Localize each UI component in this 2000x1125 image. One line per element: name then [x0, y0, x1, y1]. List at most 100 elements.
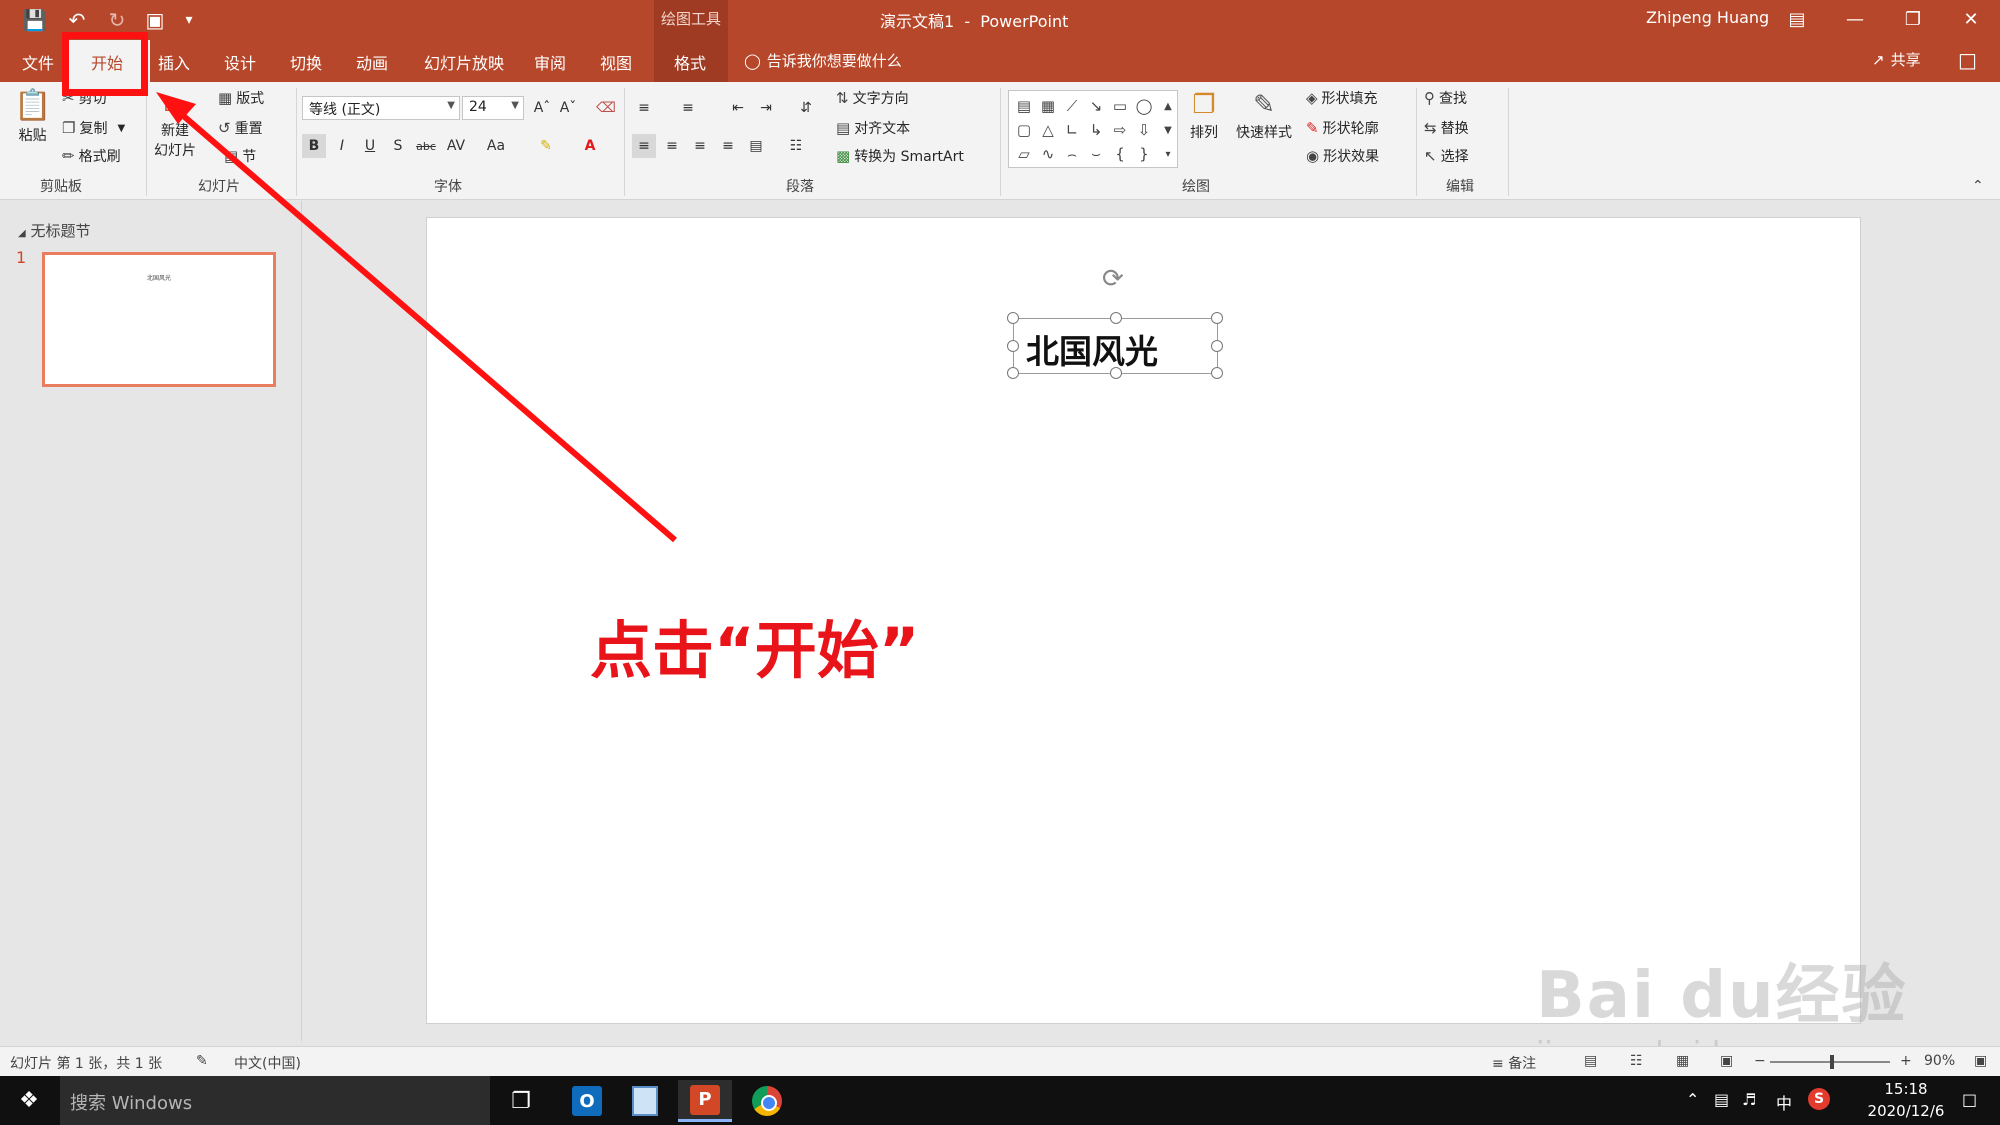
ribbon-display-options-icon[interactable]: ▤	[1774, 4, 1820, 34]
underline-icon[interactable]: U	[358, 134, 382, 158]
triangle-shape-icon[interactable]: △	[1037, 119, 1059, 141]
bold-icon[interactable]: B	[302, 134, 326, 158]
align-left-icon[interactable]: ≡	[632, 134, 656, 158]
resize-handle[interactable]	[1007, 367, 1019, 379]
text-direction-button[interactable]: ⇅ 文字方向	[836, 88, 909, 108]
textbox-shape-icon[interactable]: ▤	[1013, 95, 1035, 117]
align-center-icon[interactable]: ≡	[660, 134, 684, 158]
increase-indent-icon[interactable]: ⇥	[754, 96, 778, 120]
scribble-shape-icon[interactable]: ∿	[1037, 143, 1059, 165]
task-view-icon[interactable]: ❐	[494, 1080, 548, 1122]
line-shape-icon[interactable]: ⟋	[1061, 95, 1083, 117]
quick-styles-button[interactable]: ✎ 快速样式	[1236, 90, 1292, 142]
convert-smartart-button[interactable]: ▩ 转换为 SmartArt	[836, 146, 964, 166]
zoom-in-icon[interactable]: +	[1900, 1053, 1912, 1069]
volume-icon[interactable]: ♬	[1742, 1090, 1756, 1109]
numbering-icon[interactable]: ≡	[676, 96, 700, 120]
resize-handle[interactable]	[1007, 312, 1019, 324]
resize-handle[interactable]	[1007, 340, 1019, 352]
arrow-line-shape-icon[interactable]: ↘	[1085, 95, 1107, 117]
oval-shape-icon[interactable]: ◯	[1133, 95, 1155, 117]
format-painter-button[interactable]: ✏ 格式刷	[62, 146, 121, 166]
tell-me-search[interactable]: ◯ 告诉我你想要做什么	[744, 50, 902, 71]
shadow-icon[interactable]: S	[386, 134, 410, 158]
windows-start-icon[interactable]: ❖	[0, 1076, 58, 1125]
shape-effects-button[interactable]: ◉ 形状效果	[1306, 146, 1379, 166]
vertical-textbox-shape-icon[interactable]: ▦	[1037, 95, 1059, 117]
outlook-app[interactable]: O	[560, 1080, 614, 1122]
taskbar-search[interactable]: 搜索 Windows	[60, 1076, 490, 1125]
notepad-app[interactable]	[618, 1080, 672, 1122]
layout-button[interactable]: ▦ 版式	[218, 88, 264, 108]
sogou-ime-icon[interactable]: S	[1808, 1088, 1830, 1110]
fit-to-window-icon[interactable]: ▣	[1974, 1053, 1987, 1069]
shrink-font-icon[interactable]: Aˇ	[556, 96, 580, 120]
zoom-slider-thumb[interactable]	[1830, 1055, 1834, 1069]
strikethrough-icon[interactable]: abc	[414, 134, 438, 158]
clear-formatting-icon[interactable]: ⌫	[594, 96, 618, 120]
shape-fill-button[interactable]: ◈ 形状填充	[1306, 88, 1378, 108]
save-icon[interactable]: 💾	[18, 6, 52, 34]
tab-review[interactable]: 审阅	[534, 50, 566, 74]
resize-handle[interactable]	[1110, 367, 1122, 379]
tab-transitions[interactable]: 切换	[290, 50, 322, 74]
arrange-button[interactable]: ❐ 排列	[1190, 90, 1218, 142]
section-header[interactable]: ◢ 无标题节	[18, 220, 91, 241]
slideshow-view-icon[interactable]: ▣	[1720, 1053, 1733, 1069]
replace-button[interactable]: ⇆ 替换	[1424, 118, 1469, 138]
gallery-more-icon[interactable]: ▾	[1157, 143, 1179, 165]
copy-button[interactable]: ❐ 复制 ▼	[62, 118, 125, 138]
resize-handle[interactable]	[1211, 312, 1223, 324]
arc-shape-icon[interactable]: ⌣	[1085, 143, 1107, 165]
tray-expand-icon[interactable]: ⌃	[1686, 1090, 1699, 1109]
resize-handle[interactable]	[1211, 367, 1223, 379]
elbow-shape-icon[interactable]: ∟	[1061, 119, 1083, 141]
grow-font-icon[interactable]: Aˆ	[530, 96, 554, 120]
powerpoint-app[interactable]: P	[678, 1080, 732, 1122]
select-button[interactable]: ↖ 选择	[1424, 146, 1469, 166]
line-spacing-icon[interactable]: ⇵	[794, 96, 818, 120]
rotate-handle-icon[interactable]: ⟳	[1102, 264, 1124, 294]
section-button[interactable]: ▤ 节	[224, 146, 256, 166]
close-icon[interactable]: ✕	[1948, 4, 1994, 34]
new-slide-button[interactable]: ▭ 新建 幻灯片	[154, 90, 196, 160]
gallery-up-icon[interactable]: ▲	[1157, 95, 1179, 117]
font-color-icon[interactable]: A	[578, 134, 602, 158]
columns-icon[interactable]: ☷	[784, 134, 808, 158]
down-arrow-shape-icon[interactable]: ⇩	[1133, 119, 1155, 141]
reset-button[interactable]: ↺ 重置	[218, 118, 263, 138]
notification-icon[interactable]: □	[1962, 1090, 1977, 1109]
title-textbox[interactable]: 北国风光	[1007, 312, 1223, 379]
reading-view-icon[interactable]: ▦	[1676, 1053, 1689, 1069]
justify-icon[interactable]: ≡	[716, 134, 740, 158]
ime-indicator[interactable]: 中	[1776, 1090, 1792, 1114]
font-name-combo[interactable]: 等线 (正文) ▼	[302, 96, 460, 120]
chrome-app[interactable]	[740, 1080, 794, 1122]
share-button[interactable]: ↗ 共享	[1872, 49, 1921, 70]
customize-qat-icon[interactable]: ▾	[172, 6, 206, 34]
tab-insert[interactable]: 插入	[158, 50, 190, 74]
highlight-icon[interactable]: ✎	[534, 134, 558, 158]
font-size-combo[interactable]: 24 ▼	[462, 96, 524, 120]
left-brace-shape-icon[interactable]: {	[1109, 143, 1131, 165]
find-button[interactable]: ⚲ 查找	[1424, 88, 1467, 108]
shape-outline-button[interactable]: ✎ 形状轮廓	[1306, 118, 1379, 138]
user-name[interactable]: Zhipeng Huang	[1646, 8, 1769, 27]
rounded-rect-shape-icon[interactable]: ▢	[1013, 119, 1035, 141]
italic-icon[interactable]: I	[330, 134, 354, 158]
language-indicator[interactable]: 中文(中国)	[234, 1053, 301, 1073]
tab-animations[interactable]: 动画	[356, 50, 388, 74]
right-brace-shape-icon[interactable]: }	[1133, 143, 1155, 165]
clock-time[interactable]: 15:18	[1866, 1080, 1946, 1098]
rectangle-shape-icon[interactable]: ▭	[1109, 95, 1131, 117]
curve-shape-icon[interactable]: ⌢	[1061, 143, 1083, 165]
paste-button[interactable]: 📋 粘贴	[14, 88, 51, 145]
shapes-gallery[interactable]: ▤ ▦ ⟋ ↘ ▭ ◯ ▢ △ ∟ ↳ ⇨ ⇩ ▱ ∿ ⌢ ⌣ { } ▲ ▼ …	[1008, 90, 1178, 168]
minimize-icon[interactable]: —	[1832, 4, 1878, 34]
zoom-level[interactable]: 90%	[1924, 1053, 1955, 1069]
change-case-icon[interactable]: Aa	[484, 134, 508, 158]
gallery-down-icon[interactable]: ▼	[1157, 119, 1179, 141]
resize-handle[interactable]	[1110, 312, 1122, 324]
align-text-button[interactable]: ▤ 对齐文本	[836, 118, 910, 138]
decrease-indent-icon[interactable]: ⇤	[726, 96, 750, 120]
